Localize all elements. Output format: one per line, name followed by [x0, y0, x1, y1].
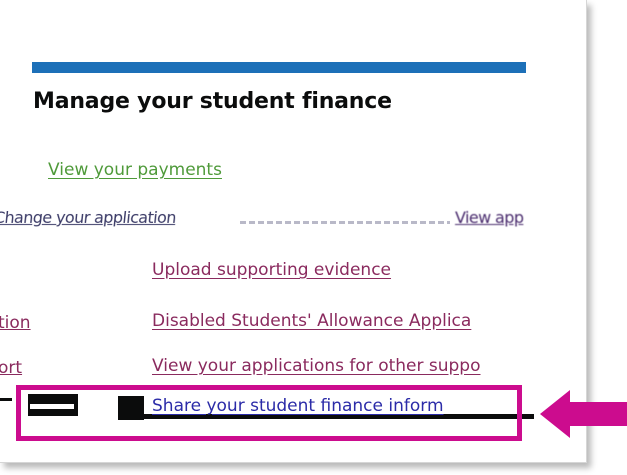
dsa-application-link[interactable]: Disabled Students' Allowance Applica [152, 311, 471, 331]
annotation-arrow-icon [540, 390, 627, 438]
rendering-artifact [240, 221, 450, 224]
clipped-link-ort[interactable]: ort [0, 358, 22, 378]
annotation-highlight-box [16, 385, 522, 441]
view-application-link[interactable]: View app [455, 208, 524, 227]
page-title: Manage your student finance [33, 89, 392, 114]
rendering-artifact [0, 398, 12, 401]
upload-evidence-link[interactable]: Upload supporting evidence [152, 260, 391, 280]
clipped-link-tion[interactable]: tion [0, 313, 31, 333]
section-accent-bar [32, 62, 526, 73]
distorted-links-row: Change your application View app [0, 205, 586, 231]
view-payments-link[interactable]: View your payments [48, 160, 222, 180]
screenshot-panel: Manage your student finance View your pa… [0, 0, 587, 463]
other-support-applications-link[interactable]: View your applications for other suppo [152, 356, 481, 376]
change-application-link[interactable]: Change your application [0, 208, 177, 227]
